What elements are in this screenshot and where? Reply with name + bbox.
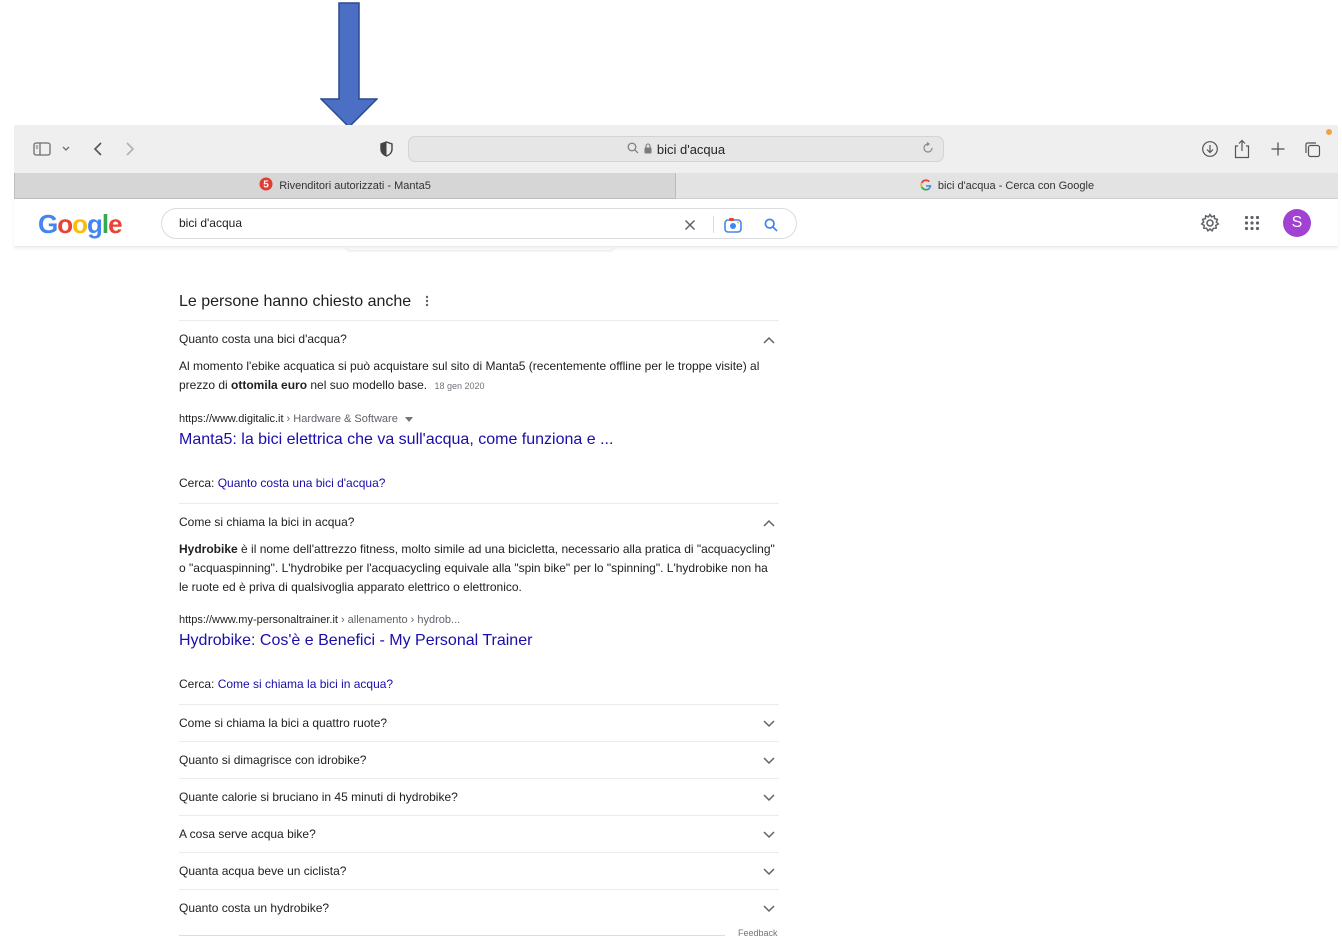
tab-bar: 5 Rivenditori autorizzati - Manta5 bici … — [14, 173, 1338, 199]
search-box[interactable] — [161, 208, 797, 239]
search-input[interactable] — [179, 216, 659, 230]
people-also-ask: Le persone hanno chiesto anche Quanto co… — [179, 290, 779, 926]
google-header: Google S — [14, 199, 1338, 247]
new-tab-icon[interactable] — [1268, 125, 1288, 173]
result-source[interactable]: https://www.digitalic.it › Hardware & So… — [179, 412, 779, 426]
lock-icon — [644, 142, 652, 157]
address-bar[interactable]: bici d'acqua — [408, 136, 944, 162]
browser-toolbar: bici d'acqua — [14, 125, 1338, 173]
download-icon[interactable] — [1200, 125, 1220, 173]
notification-dot — [1326, 129, 1332, 135]
account-avatar[interactable]: S — [1282, 209, 1312, 237]
reload-icon[interactable] — [921, 141, 935, 158]
chevron-down-icon[interactable] — [763, 865, 775, 879]
paa-question[interactable]: Quanta acqua beve un ciclista? — [179, 852, 779, 889]
logo-letter: o — [72, 209, 88, 239]
google-favicon-icon — [920, 178, 932, 194]
chevron-down-icon[interactable] — [60, 125, 72, 173]
chevron-down-icon[interactable] — [763, 791, 775, 805]
suggestion-shadow — [346, 246, 614, 250]
paa-heading: Le persone hanno chiesto anche — [179, 290, 779, 314]
search-for: Cerca: Quanto costa una bici d'acqua? — [179, 476, 386, 490]
google-logo[interactable]: Google — [38, 209, 123, 240]
tab-overview-icon[interactable] — [1302, 125, 1322, 173]
forward-icon[interactable] — [122, 125, 138, 173]
paa-question[interactable]: Quanto si dimagrisce con idrobike? — [179, 741, 779, 778]
searchbox-divider — [713, 216, 714, 233]
search-icon[interactable] — [761, 215, 781, 235]
chevron-up-icon[interactable] — [763, 516, 775, 530]
tab-label: Rivenditori autorizzati - Manta5 — [279, 179, 431, 192]
feedback-divider — [179, 935, 725, 936]
paa-question-expanded[interactable]: Quanto costa una bici d'acqua? — [179, 320, 779, 357]
result-source[interactable]: https://www.my-personaltrainer.it › alle… — [179, 613, 779, 627]
camera-lens-icon[interactable] — [723, 215, 743, 235]
chevron-up-icon[interactable] — [763, 333, 775, 347]
search-for: Cerca: Come si chiama la bici in acqua? — [179, 677, 394, 691]
back-icon[interactable] — [90, 125, 106, 173]
paa-question[interactable]: Quante calorie si bruciano in 45 minuti … — [179, 778, 779, 815]
paa-question[interactable]: Come si chiama la bici a quattro ruote? — [179, 704, 779, 741]
chevron-down-icon[interactable] — [763, 717, 775, 731]
paa-question[interactable]: Quanto costa un hydrobike? — [179, 889, 779, 926]
paa-answer: Hydrobike è il nome dell'attrezzo fitnes… — [179, 542, 775, 594]
sidebar-toggle-icon[interactable] — [32, 125, 52, 173]
search-for-link[interactable]: Quanto costa una bici d'acqua? — [218, 476, 386, 490]
paa-question-expanded[interactable]: Come si chiama la bici in acqua? — [179, 503, 779, 540]
logo-letter: o — [57, 209, 73, 239]
paa-answer: Al momento l'ebike acquatica si può acqu… — [179, 359, 760, 392]
search-icon — [627, 142, 639, 157]
logo-letter: g — [87, 209, 103, 239]
settings-gear-icon[interactable] — [1198, 209, 1222, 237]
caret-down-icon[interactable] — [404, 413, 413, 425]
result-title-link[interactable]: Hydrobike: Cos'è e Benefici - My Persona… — [179, 632, 779, 654]
tab-label: bici d'acqua - Cerca con Google — [937, 180, 1095, 192]
tab-google-search[interactable]: bici d'acqua - Cerca con Google — [676, 173, 1338, 199]
annotation-arrow-icon — [320, 2, 378, 128]
manta5-favicon-icon: 5 — [259, 177, 273, 194]
tab-manta5[interactable]: 5 Rivenditori autorizzati - Manta5 — [14, 173, 676, 199]
more-options-icon[interactable] — [425, 294, 429, 310]
chevron-down-icon[interactable] — [763, 828, 775, 842]
result-title-link[interactable]: Manta5: la bici elettrica che va sull'ac… — [179, 431, 779, 453]
search-for-link[interactable]: Come si chiama la bici in acqua? — [218, 677, 393, 691]
privacy-shield-icon[interactable] — [378, 125, 394, 173]
logo-letter: e — [108, 209, 123, 239]
avatar-letter: S — [1283, 209, 1311, 237]
apps-grid-icon[interactable] — [1240, 209, 1264, 237]
clear-icon[interactable] — [680, 215, 700, 235]
logo-letter: G — [38, 209, 58, 239]
paa-question[interactable]: A cosa serve acqua bike? — [179, 815, 779, 852]
answer-date: 18 gen 2020 — [434, 381, 485, 391]
chevron-down-icon[interactable] — [763, 754, 775, 768]
share-icon[interactable] — [1232, 125, 1252, 173]
address-text: bici d'acqua — [656, 141, 726, 157]
chevron-down-icon[interactable] — [763, 902, 775, 916]
svg-text:5: 5 — [263, 180, 269, 191]
